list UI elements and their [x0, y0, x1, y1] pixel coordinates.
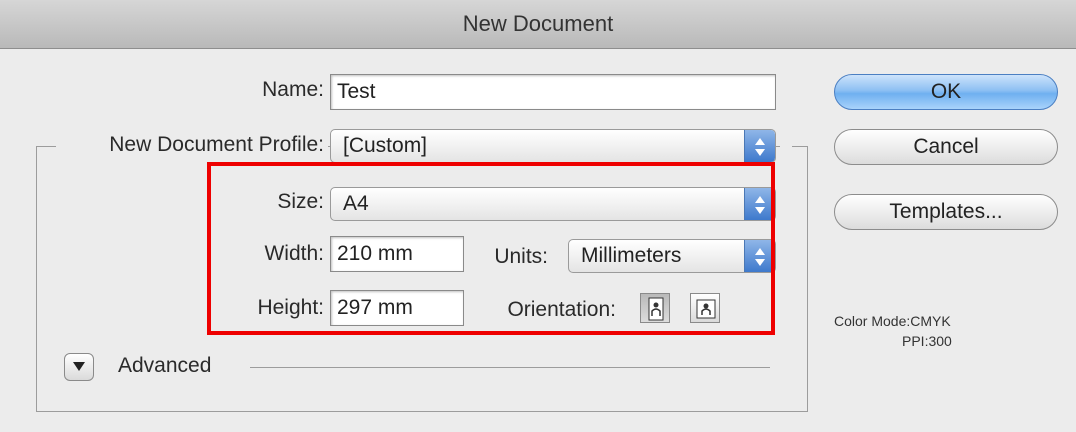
advanced-disclosure-button[interactable]: [64, 353, 94, 381]
name-label: Name:: [262, 78, 324, 101]
templates-button[interactable]: Templates...: [834, 194, 1058, 230]
highlight-box: [207, 162, 775, 335]
disclosure-triangle-icon: [73, 362, 85, 371]
advanced-divider: [250, 367, 770, 368]
name-field[interactable]: Test: [330, 74, 776, 110]
profile-select[interactable]: [Custom]: [330, 129, 776, 163]
profile-select-value: [Custom]: [343, 134, 428, 157]
profile-label: New Document Profile:: [109, 133, 324, 156]
ppi-info: PPI:300: [902, 333, 952, 349]
color-mode-info: Color Mode:CMYK: [834, 313, 951, 329]
ok-button[interactable]: OK: [834, 74, 1058, 110]
window-title: New Document: [0, 0, 1076, 49]
advanced-label: Advanced: [118, 354, 212, 377]
cancel-button[interactable]: Cancel: [834, 129, 1058, 165]
select-arrows-icon: [744, 130, 775, 162]
